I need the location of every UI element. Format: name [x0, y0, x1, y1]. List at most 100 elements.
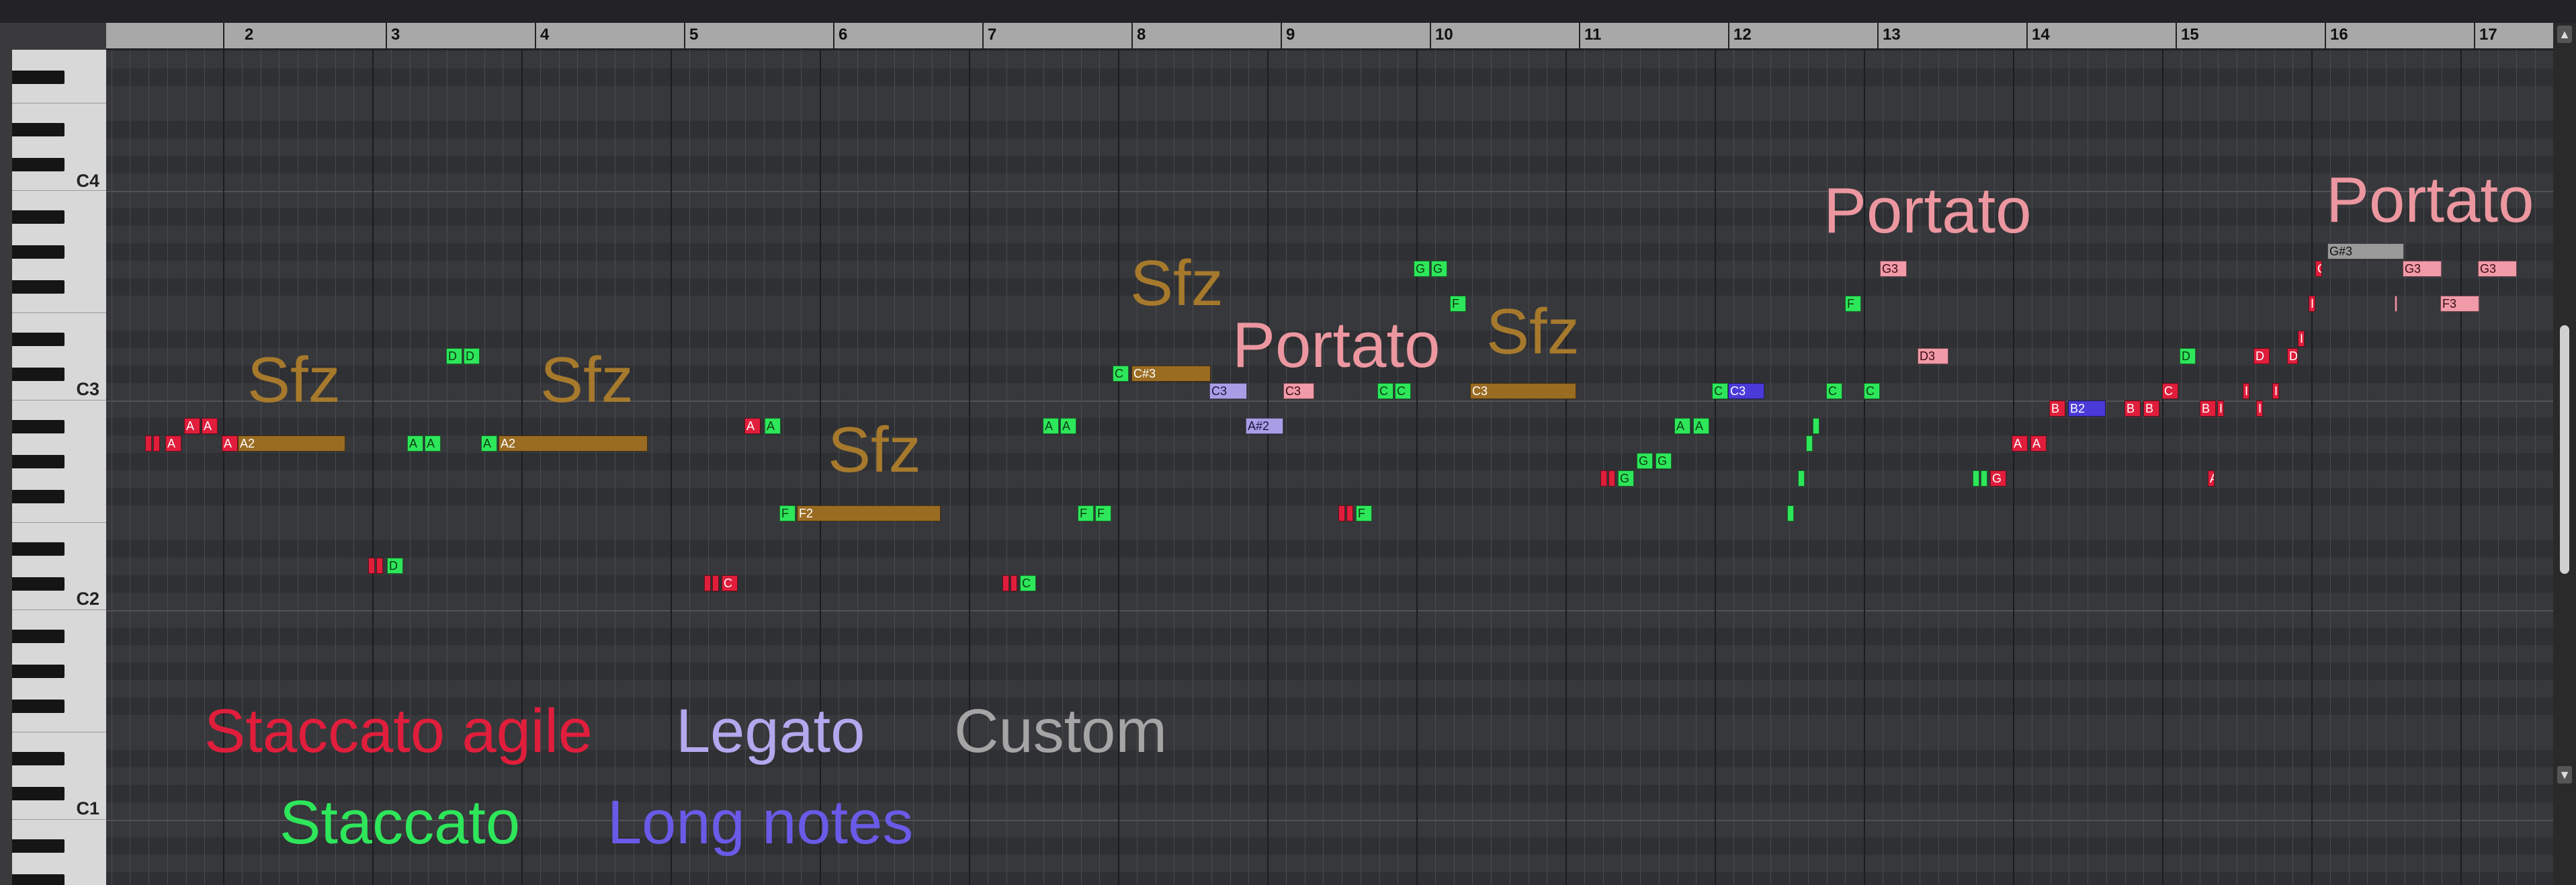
note-staccato-agile[interactable]: I [2309, 296, 2315, 312]
black-key[interactable] [12, 787, 65, 800]
note-staccato[interactable]: F [1450, 296, 1466, 312]
note-staccato-agile[interactable] [376, 558, 383, 574]
vertical-scrollbar[interactable]: ▲ ▼ [2553, 23, 2576, 885]
note-staccato[interactable]: A [765, 418, 781, 434]
black-key[interactable] [12, 71, 65, 84]
note-staccato-agile[interactable]: A [222, 435, 238, 452]
note-portato[interactable]: C3 [1283, 383, 1314, 399]
note-long[interactable]: C3 [1728, 383, 1764, 399]
note-legato[interactable]: A#2 [1246, 418, 1283, 434]
scroll-thumb[interactable] [2560, 325, 2569, 574]
note-custom[interactable]: G#3 [2327, 243, 2404, 259]
note-portato[interactable]: F3 [2395, 296, 2397, 312]
note-sfz[interactable]: C#3 [1131, 366, 1211, 382]
note-staccato[interactable] [1973, 470, 1979, 487]
note-staccato[interactable]: F [779, 505, 796, 521]
black-key[interactable] [12, 874, 65, 885]
note-legato[interactable]: C3 [1209, 383, 1247, 399]
note-portato[interactable]: G3 [2403, 261, 2442, 277]
note-staccato[interactable]: D [387, 558, 403, 574]
note-staccato-agile[interactable]: B [2200, 401, 2216, 417]
note-staccato-agile[interactable] [1346, 505, 1353, 521]
note-staccato-agile[interactable]: D [2253, 348, 2270, 364]
black-key[interactable] [12, 455, 65, 468]
note-staccato-agile[interactable]: A [2030, 435, 2047, 452]
note-staccato-agile[interactable]: I [2272, 383, 2279, 399]
black-key[interactable] [12, 490, 65, 503]
scroll-down-button[interactable]: ▼ [2557, 766, 2572, 784]
note-staccato[interactable]: C [1113, 366, 1129, 382]
black-key[interactable] [12, 280, 65, 294]
note-staccato[interactable]: D [446, 348, 462, 364]
black-key[interactable] [12, 839, 65, 853]
black-key[interactable] [12, 420, 65, 433]
note-staccato[interactable]: G [1656, 453, 1672, 469]
black-key[interactable] [12, 123, 65, 136]
note-staccato[interactable]: F [1845, 296, 1861, 312]
note-staccato-agile[interactable]: B [2049, 401, 2065, 417]
note-staccato[interactable]: G [1431, 261, 1447, 277]
note-staccato[interactable]: C [1712, 383, 1728, 399]
note-staccato-agile[interactable] [1011, 575, 1017, 591]
note-staccato-agile[interactable] [1608, 470, 1615, 487]
note-sfz[interactable]: A2 [238, 435, 345, 452]
black-key[interactable] [12, 752, 65, 765]
note-staccato[interactable]: C [1395, 383, 1411, 399]
note-portato[interactable]: D3 [1918, 348, 1948, 364]
note-staccato[interactable]: A [425, 435, 441, 452]
note-staccato[interactable]: C [1864, 383, 1880, 399]
black-key[interactable] [12, 245, 65, 259]
note-staccato[interactable]: A [1060, 418, 1076, 434]
note-staccato[interactable]: A [1693, 418, 1709, 434]
note-staccato[interactable]: D [2180, 348, 2196, 364]
note-staccato[interactable]: A [407, 435, 423, 452]
note-staccato[interactable]: C [1377, 383, 1393, 399]
note-staccato-agile[interactable] [712, 575, 719, 591]
black-key[interactable] [12, 630, 65, 643]
note-staccato-agile[interactable] [153, 435, 160, 452]
black-key[interactable] [12, 210, 65, 224]
note-staccato-agile[interactable]: C [2162, 383, 2178, 399]
note-staccato[interactable]: F [1095, 505, 1111, 521]
note-staccato[interactable] [1798, 470, 1805, 487]
note-staccato-agile[interactable]: D [2287, 348, 2298, 364]
note-staccato[interactable] [1813, 418, 1819, 434]
note-portato[interactable]: F3 [2440, 296, 2479, 312]
note-staccato[interactable] [1787, 505, 1794, 521]
note-staccato-agile[interactable]: B [2143, 401, 2159, 417]
note-staccato[interactable]: A [1674, 418, 1690, 434]
note-staccato-agile[interactable]: I [2298, 331, 2305, 347]
note-staccato-agile[interactable]: G [1990, 470, 2006, 487]
note-staccato-agile[interactable]: C [722, 575, 738, 591]
note-staccato[interactable]: F [1356, 505, 1372, 521]
note-staccato[interactable]: G [1414, 261, 1430, 277]
black-key[interactable] [12, 700, 65, 713]
black-key[interactable] [12, 333, 65, 346]
black-key[interactable] [12, 158, 65, 171]
note-staccato-agile[interactable]: A [2012, 435, 2028, 452]
note-staccato[interactable]: F [1078, 505, 1094, 521]
note-staccato[interactable]: G [1637, 453, 1653, 469]
note-staccato-agile[interactable]: I [2243, 383, 2249, 399]
note-staccato-agile[interactable] [1002, 575, 1009, 591]
note-staccato-agile[interactable]: A [2208, 470, 2215, 487]
note-staccato-agile[interactable] [1600, 470, 1607, 487]
note-staccato-agile[interactable] [368, 558, 375, 574]
note-staccato-agile[interactable]: A [165, 435, 181, 452]
note-staccato-agile[interactable] [704, 575, 711, 591]
piano-keyboard[interactable]: C4 C3 C2 C1 [12, 50, 108, 885]
note-staccato-agile[interactable]: A [184, 418, 200, 434]
note-staccato[interactable]: D [464, 348, 480, 364]
note-staccato[interactable] [1806, 435, 1813, 452]
note-sfz[interactable]: C3 [1470, 383, 1576, 399]
note-staccato-agile[interactable]: A [202, 418, 218, 434]
scroll-up-button[interactable]: ▲ [2557, 26, 2572, 43]
note-portato[interactable]: G3 [2478, 261, 2517, 277]
black-key[interactable] [12, 542, 65, 556]
note-staccato-agile[interactable]: I [2217, 401, 2224, 417]
note-staccato-agile[interactable]: G [2315, 261, 2322, 277]
note-sfz[interactable]: F2 [797, 505, 941, 521]
note-staccato[interactable]: A [1043, 418, 1059, 434]
black-key[interactable] [12, 577, 65, 591]
note-sfz[interactable]: A2 [499, 435, 648, 452]
